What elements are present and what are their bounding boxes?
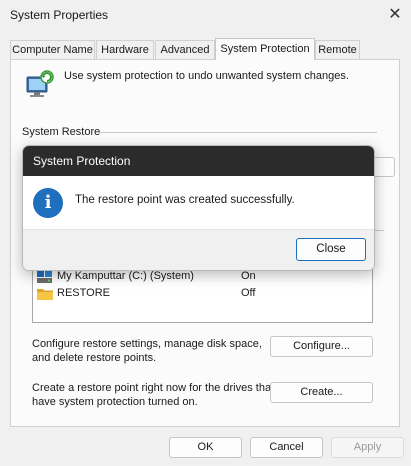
create-description-line: have system protection turned on. [32,396,198,408]
section-divider [100,132,377,133]
dialog-message: The restore point was created successful… [75,194,295,206]
drives-list[interactable]: My Kamputtar (C:) (System) On RESTORE Of… [32,262,373,323]
apply-button: Apply [331,437,404,458]
configure-description-line: Configure restore settings, manage disk … [32,338,262,350]
tab-computer-name[interactable]: Computer Name [10,40,95,59]
configure-description-line: and delete restore points. [32,352,157,364]
system-properties-window: System Properties ✕ Computer Name Hardwa… [0,0,411,466]
intro-text: Use system protection to undo unwanted s… [64,70,349,82]
system-restore-label: System Restore [22,126,101,138]
list-item[interactable]: My Kamputtar (C:) (System) On [33,269,371,286]
dialog-footer: Close [23,229,374,270]
tab-remote[interactable]: Remote [315,40,360,59]
cancel-button[interactable]: Cancel [250,437,323,458]
title-bar[interactable]: System Properties ✕ [0,0,411,32]
drive-name: RESTORE [57,287,110,299]
create-button[interactable]: Create... [270,382,373,403]
create-description: Create a restore point right now for the… [32,381,274,409]
ok-button[interactable]: OK [169,437,242,458]
dialog-title-bar[interactable]: System Protection [23,146,374,176]
create-description-line: Create a restore point right now for the… [32,382,275,394]
system-protection-icon [26,70,54,97]
dialog-title: System Protection [33,154,131,168]
info-icon: i [33,188,63,218]
drive-status: On [241,270,256,282]
drive-name: My Kamputtar (C:) (System) [57,270,194,282]
configure-button[interactable]: Configure... [270,336,373,357]
configure-description: Configure restore settings, manage disk … [32,337,262,365]
close-window-icon[interactable]: ✕ [384,4,406,26]
drive-icon [37,271,52,283]
window-title: System Properties [10,8,109,22]
list-item[interactable]: RESTORE Off [33,286,371,303]
tab-hardware[interactable]: Hardware [96,40,154,59]
drive-status: Off [241,287,256,299]
tab-advanced[interactable]: Advanced [155,40,215,59]
close-button[interactable]: Close [296,238,366,261]
dialog-body: i The restore point was created successf… [23,176,374,228]
folder-icon [37,289,53,300]
system-protection-dialog: System Protection i The restore point wa… [22,145,375,271]
tab-system-protection[interactable]: System Protection [215,38,315,60]
